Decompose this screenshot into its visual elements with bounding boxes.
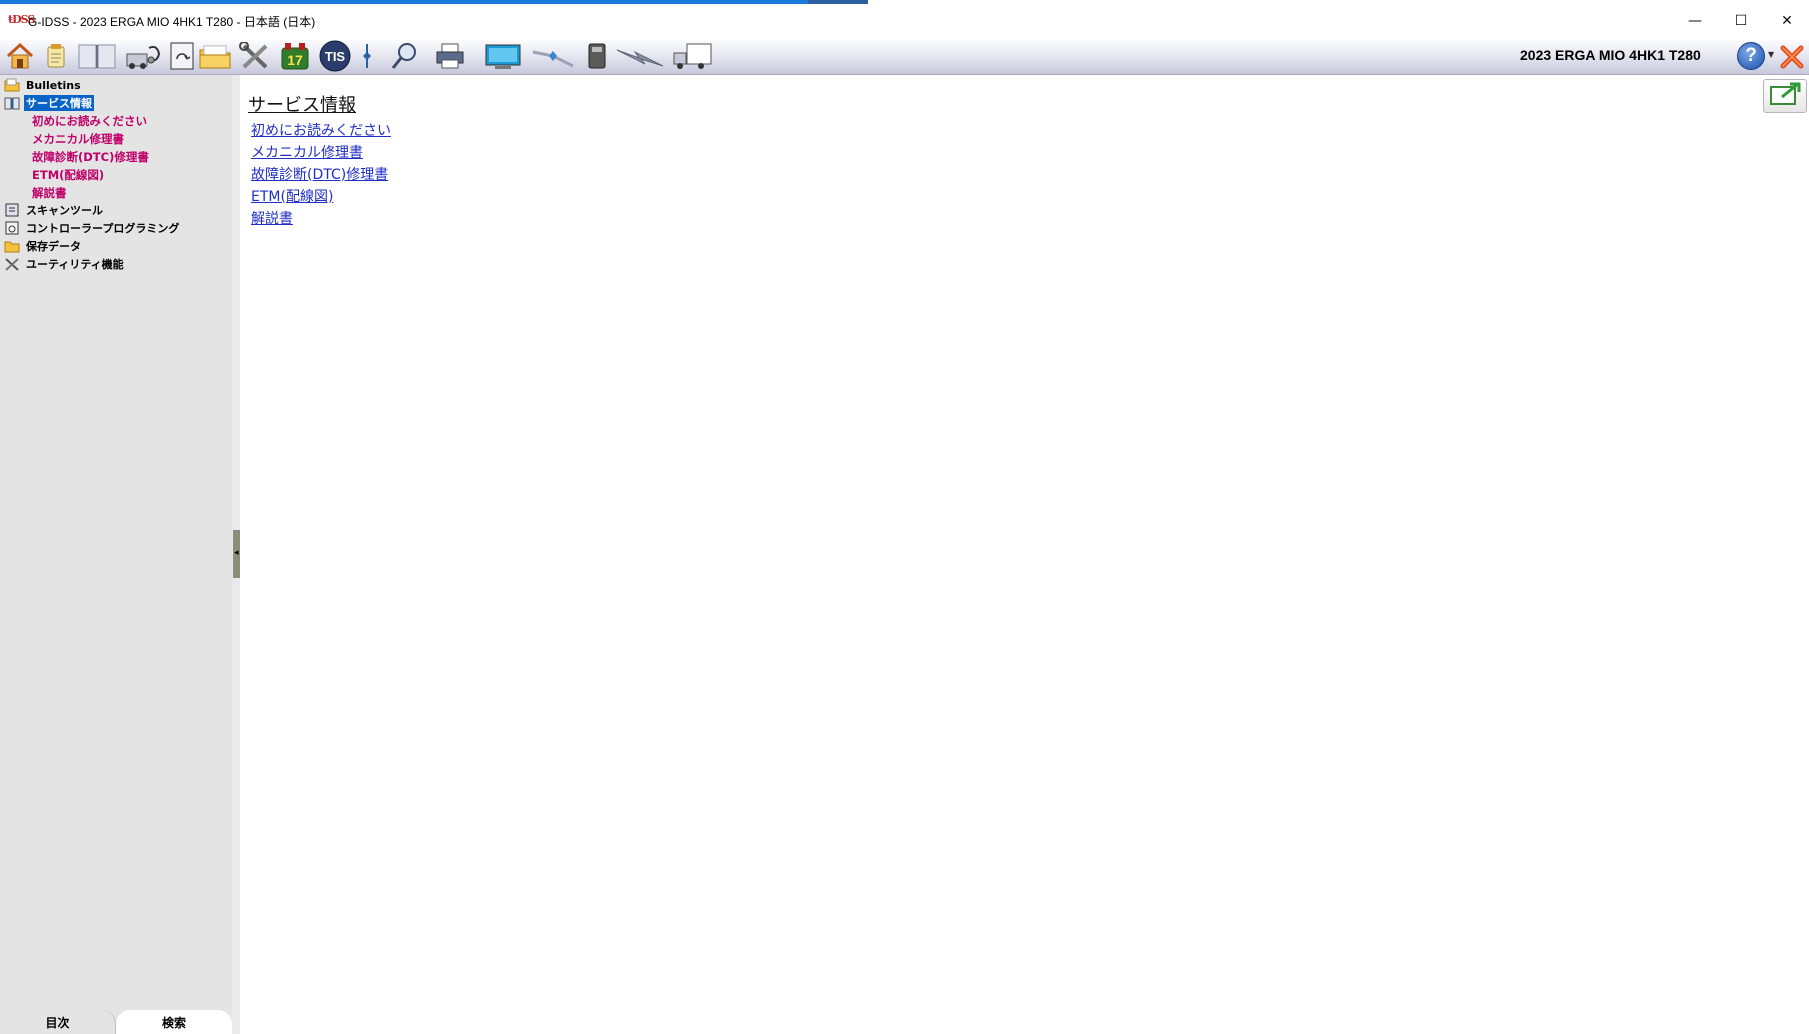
minimize-button[interactable]: — <box>1672 4 1718 38</box>
open-external-icon <box>1768 81 1802 111</box>
title-bar: ŧDSS G-IDSS - 2023 ERGA MIO 4HK1 T280 - … <box>0 4 1809 38</box>
tree-node-utilities[interactable]: ユーティリティ機能 <box>4 256 126 272</box>
link-etm-wiring[interactable]: ETM(配線図) <box>251 186 333 206</box>
book-open-icon <box>4 96 20 110</box>
printer-icon[interactable] <box>432 41 468 71</box>
tree-node-label: スキャンツール <box>26 204 103 217</box>
divider-arrow-icon <box>358 41 376 71</box>
collapse-arrow-icon: ◂ <box>234 548 239 558</box>
tree-child-dtc-repair[interactable]: 故障診断(DTC)修理書 <box>32 149 149 165</box>
help-icon[interactable]: ? <box>1737 42 1765 70</box>
tree-node-label: ユーティリティ機能 <box>26 258 124 271</box>
collapse-sidebar-handle[interactable]: ◂ <box>233 530 240 578</box>
tree-node-bulletins[interactable]: Bulletins <box>4 77 83 93</box>
exit-icon[interactable] <box>1779 44 1805 70</box>
folder-icon <box>4 239 20 253</box>
main-toolbar: 17 TIS 2023 ERGA MIO 4HK1 T280 ? ▼ <box>0 38 1809 75</box>
tree-child-manual[interactable]: 解説書 <box>32 185 67 201</box>
tree-node-controller-programming[interactable]: コントローラープログラミング <box>4 220 181 236</box>
tis-icon[interactable]: TIS <box>318 40 352 72</box>
tab-search[interactable]: 検索 <box>116 1010 232 1034</box>
tools-icon[interactable] <box>238 41 272 71</box>
monitor-icon[interactable] <box>482 41 524 71</box>
sidebar: Bulletins サービス情報 初めにお読みください メカニカル修理書 故障診… <box>0 75 232 1034</box>
tree-node-label: 保存データ <box>26 240 81 253</box>
window-title: G-IDSS - 2023 ERGA MIO 4HK1 T280 - 日本語 (… <box>28 15 316 29</box>
page-title: サービス情報 <box>248 95 356 116</box>
book-icon[interactable] <box>76 41 118 71</box>
home-icon[interactable] <box>4 41 36 71</box>
tree-node-label: サービス情報 <box>24 95 94 111</box>
device-icon[interactable] <box>584 41 610 71</box>
sidebar-tabs: 目次 検索 <box>0 1010 232 1034</box>
tools-icon <box>4 257 20 271</box>
link-mechanical-repair[interactable]: メカニカル修理書 <box>251 142 363 162</box>
tree-child-mechanical-repair[interactable]: メカニカル修理書 <box>32 131 124 147</box>
help-dropdown-icon[interactable]: ▼ <box>1768 50 1774 59</box>
tree-child-etm-wiring[interactable]: ETM(配線図) <box>32 167 104 183</box>
tree-node-label: Bulletins <box>26 78 81 92</box>
vehicle-name: 2023 ERGA MIO 4HK1 T280 <box>1520 47 1701 63</box>
tab-table-of-contents[interactable]: 目次 <box>0 1010 116 1034</box>
content-pane: サービス情報 初めにお読みください メカニカル修理書 故障診断(DTC)修理書 … <box>240 75 1809 1034</box>
link-read-first[interactable]: 初めにお読みください <box>251 120 391 140</box>
scan-tool-icon <box>4 203 20 217</box>
bulletins-folder-icon <box>4 78 20 92</box>
folder-icon[interactable] <box>198 41 232 71</box>
cps-icon[interactable] <box>168 41 196 71</box>
maximize-button[interactable]: ☐ <box>1718 4 1764 38</box>
search-icon[interactable] <box>388 41 422 71</box>
tree-node-scan-tool[interactable]: スキャンツール <box>4 202 105 218</box>
tree-node-saved-data[interactable]: 保存データ <box>4 238 83 254</box>
svg-text:TIS: TIS <box>325 49 346 64</box>
close-button[interactable]: ✕ <box>1764 4 1809 38</box>
link-manual[interactable]: 解説書 <box>251 208 293 228</box>
open-external-button[interactable] <box>1763 79 1807 113</box>
lightning-icon[interactable] <box>614 41 666 71</box>
tree-node-service-info[interactable]: サービス情報 <box>4 95 94 111</box>
cps-icon <box>4 221 20 235</box>
truck-icon[interactable] <box>670 41 714 71</box>
notepad-icon[interactable] <box>40 41 72 71</box>
tree-child-read-first[interactable]: 初めにお読みください <box>32 113 147 129</box>
link-dtc-repair[interactable]: 故障診断(DTC)修理書 <box>251 164 388 184</box>
svg-text:17: 17 <box>287 52 303 68</box>
network-icon[interactable] <box>530 41 576 71</box>
scan-tool-icon[interactable] <box>124 41 164 71</box>
counter-icon[interactable]: 17 <box>278 41 312 71</box>
tree-node-label: コントローラープログラミング <box>26 222 180 235</box>
